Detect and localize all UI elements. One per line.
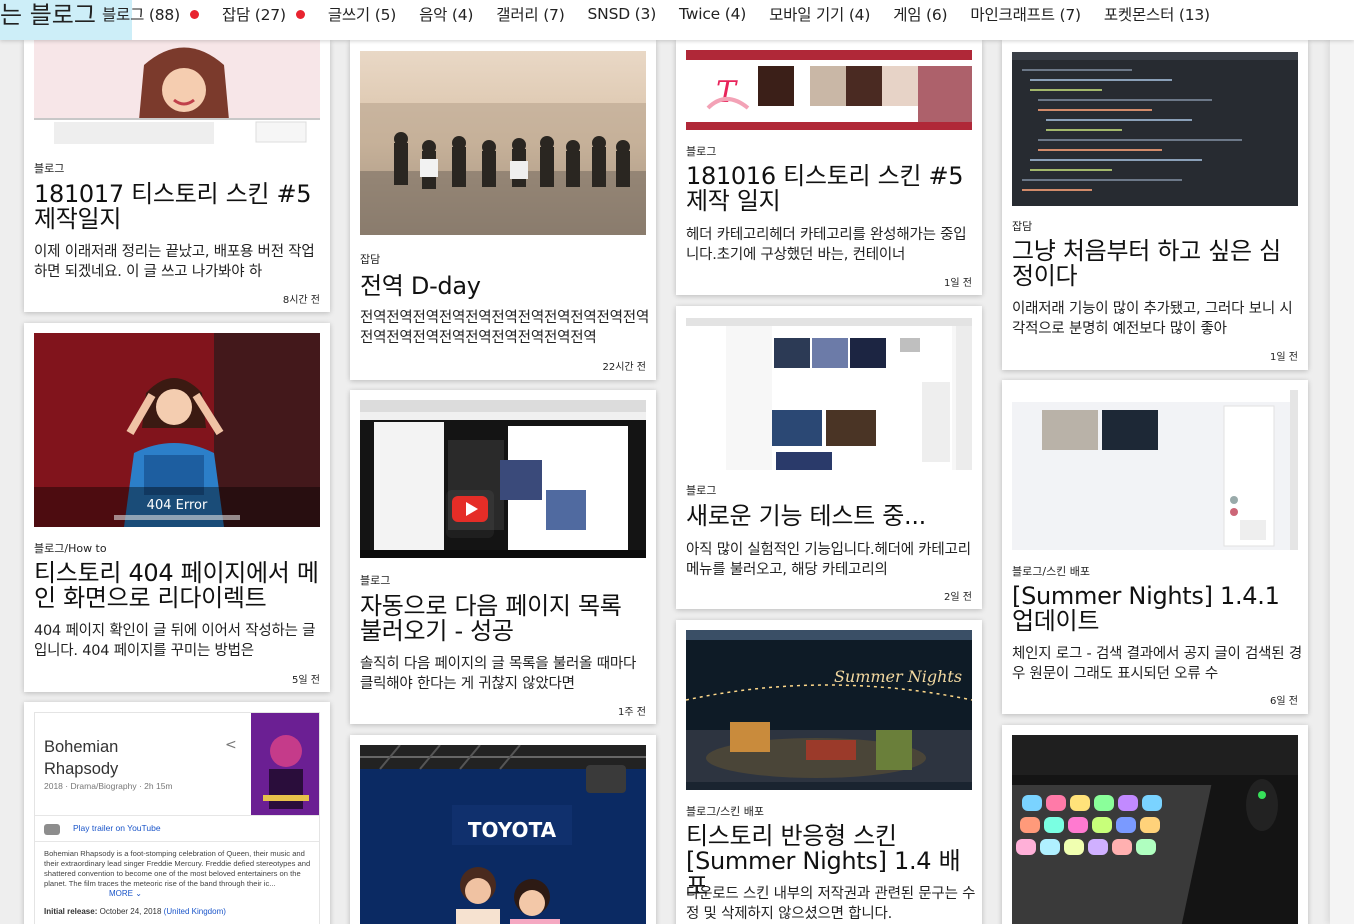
nav-category-label: 포켓몬스터 (13)	[1103, 6, 1210, 24]
release-info: Initial release: October 24, 2018 (Unite…	[44, 907, 226, 916]
post-category[interactable]: 블로그/How to	[34, 540, 107, 556]
post-category[interactable]: 블로그	[360, 572, 390, 588]
post-time: 1주 전	[618, 707, 646, 718]
post-title[interactable]: [Summer Nights] 1.4.1 업데이트	[1012, 584, 1302, 634]
post-thumbnail	[1012, 52, 1298, 206]
post-title[interactable]: 티스토리 404 페이지에서 메인 화면으로 리다이렉트	[34, 561, 324, 611]
nav-category-item[interactable]: 게임 (6)	[893, 3, 947, 25]
new-post-dot	[295, 9, 305, 19]
post-thumbnail	[1012, 390, 1298, 550]
nav-category-item[interactable]: 포켓몬스터 (13)	[1104, 3, 1210, 25]
post-thumbnail	[360, 51, 646, 235]
post-excerpt: 404 페이지 확인이 글 뒤에 이어서 작성하는 글입니다. 404 페이지를…	[34, 623, 316, 659]
movie-description: Bohemian Rhapsody is a foot-stomping cel…	[44, 849, 311, 888]
movie-meta: 2018 · Drama/Biography · 2h 15m	[44, 781, 173, 791]
post-time: 5일 전	[292, 675, 320, 686]
post-category[interactable]: 블로그/스킨 배포	[686, 803, 764, 819]
nav-category-label: 잡담 (27)	[221, 6, 286, 24]
nav-category-item[interactable]: Twice (4)	[679, 5, 746, 23]
nav-category-item[interactable]: 음악 (4)	[419, 3, 473, 25]
post-excerpt: 다운로드 스킨 내부의 저작권과 관련된 문구는 수정 및 삭제하지 않으셨으면…	[686, 886, 976, 922]
post-excerpt: 이래저래 기능이 많이 추가됐고, 그러다 보니 시각적으로 분명히 예전보다 …	[1012, 301, 1293, 337]
banner-text: TOYOTA	[468, 818, 557, 842]
post-time: 6일 전	[1270, 696, 1298, 707]
post-category[interactable]: 블로그	[34, 160, 64, 176]
youtube-icon	[44, 824, 60, 835]
post-thumbnail	[686, 318, 972, 470]
post-thumbnail: 404 Error	[34, 333, 320, 527]
post-category[interactable]: 블로그	[686, 143, 716, 159]
nav-category-item[interactable]: 잡담 (27)	[222, 3, 305, 25]
trailer-link[interactable]: Play trailer on YouTube	[73, 823, 161, 833]
nav-category-item[interactable]: 블로그 (88)	[102, 3, 199, 25]
post-title[interactable]: 자동으로 다음 페이지 목록 불러오기 - 성공	[360, 594, 650, 644]
new-post-dot	[189, 9, 199, 19]
post-thumbnail	[360, 400, 646, 558]
post-title[interactable]: 전역 D-day	[360, 274, 650, 299]
post-time: 1일 전	[1270, 352, 1298, 363]
movie-title: Bohemian Rhapsody	[44, 738, 119, 778]
nav-category-label: 갤러리 (7)	[496, 6, 565, 24]
post-time: 22시간 전	[602, 362, 646, 373]
nav-category-label: Twice (4)	[679, 5, 747, 23]
post-card[interactable]: 404 Error 블로그/How to 티스토리 404 페이지에서 메인 화…	[24, 323, 330, 692]
nav-category-item[interactable]: 갤러리 (7)	[496, 3, 564, 25]
share-icon[interactable]: <	[225, 737, 237, 753]
category-menu: 블로그 (88) 잡담 (27) 글쓰기 (5) 음악 (4) 갤러리 (7) SNSD …	[102, 0, 1233, 28]
post-thumbnail: Summer Nights	[686, 630, 972, 790]
post-card[interactable]: 블로그 새로운 기능 테스트 중... 아직 많이 실험적인 기능입니다.헤더에…	[676, 306, 982, 609]
post-card[interactable]: 블로그 자동으로 다음 페이지 목록 불러오기 - 성공 솔직히 다음 페이지의…	[350, 390, 656, 724]
nav-category-label: 모바일 기기 (4)	[769, 6, 871, 24]
post-card[interactable]: 잡담 전역 D-day 전역전역전역전역전역전역전역전역전역전역전역전역전역전역…	[350, 40, 656, 380]
movie-poster	[251, 713, 319, 815]
post-time: 1일 전	[944, 278, 972, 289]
nav-category-label: 글쓰기 (5)	[327, 6, 397, 24]
post-card[interactable]: 블로그/스킨 배포 [Summer Nights] 1.4.1 업데이트 체인지…	[1002, 380, 1308, 714]
nav-category-item[interactable]: SNSD (3)	[588, 5, 657, 23]
post-excerpt: 전역전역전역전역전역전역전역전역전역전역전역전역전역전역전역전역전역전역전역전역	[360, 310, 650, 346]
post-title[interactable]: 181016 티스토리 스킨 #5 제작 일지	[686, 164, 976, 214]
post-excerpt: 이제 이래저래 정리는 끝났고, 배포용 버전 작업하면 되겠네요. 이 글 쓰…	[34, 244, 315, 280]
post-category[interactable]: 블로그	[686, 482, 716, 498]
nav-category-item[interactable]: 모바일 기기 (4)	[769, 3, 870, 25]
post-card[interactable]: Summer Nights 블로그/스킨 배포 티스토리 반응형 스킨 [Sum…	[676, 620, 982, 924]
nav-category-label: 게임 (6)	[893, 6, 948, 24]
post-category[interactable]: 블로그/스킨 배포	[1012, 563, 1090, 579]
more-link[interactable]: MORE ⌄	[107, 889, 142, 898]
post-excerpt: 헤더 카테고리헤더 카테고리를 완성해가는 중입니다.초기에 구상했던 바는, …	[686, 227, 967, 263]
post-thumbnail	[1012, 735, 1298, 924]
post-thumbnail: T	[686, 50, 972, 130]
post-excerpt: 솔직히 다음 페이지의 글 목록을 불러올 때마다 클릭해야 한다는 게 귀찮지…	[360, 656, 637, 692]
summer-nights-text: Summer Nights	[834, 667, 962, 686]
nav-category-label: SNSD (3)	[587, 5, 657, 23]
post-time: 8시간 전	[282, 295, 320, 306]
post-title[interactable]: 181017 티스토리 스킨 #5 제작일지	[34, 182, 324, 232]
page-scrollbar[interactable]	[1330, 40, 1354, 924]
post-card[interactable]: 블로그 181017 티스토리 스킨 #5 제작일지 이제 이래저래 정리는 끝…	[24, 40, 330, 312]
post-thumbnail: TOYOTA	[360, 745, 646, 924]
movie-info-panel: Bohemian Rhapsody 2018 · Drama/Biography…	[34, 712, 320, 924]
post-title[interactable]: 새로운 기능 테스트 중...	[686, 504, 976, 529]
post-excerpt: 체인지 로그 - 검색 결과에서 공지 글이 검색된 경우 원문이 그래도 표시…	[1012, 646, 1302, 682]
post-thumbnail	[34, 40, 320, 148]
nav-category-item[interactable]: 글쓰기 (5)	[328, 3, 396, 25]
post-card[interactable]: Bohemian Rhapsody 2018 · Drama/Biography…	[24, 702, 330, 924]
top-navigation: 는 블로그 블로그 (88) 잡담 (27) 글쓰기 (5) 음악 (4) 갤러리 (7…	[0, 0, 1354, 40]
nav-category-label: 블로그 (88)	[102, 6, 180, 24]
post-category[interactable]: 잡담	[1012, 218, 1032, 234]
post-title[interactable]: 그냥 처음부터 하고 싶은 심정이다	[1012, 239, 1302, 289]
post-card[interactable]	[1002, 725, 1308, 924]
thumb-caption: 404 Error	[147, 498, 208, 513]
nav-category-item[interactable]: 마인크래프트 (7)	[970, 3, 1081, 25]
post-time: 2일 전	[944, 592, 972, 603]
post-category[interactable]: 잡담	[360, 251, 380, 267]
post-card[interactable]: T 블로그 181016 티스토리 스킨 #5 제작 일지 헤더 카테고리헤더 …	[676, 40, 982, 295]
post-card[interactable]: TOYOTA	[350, 735, 656, 924]
svg-text:T: T	[716, 75, 738, 110]
nav-category-label: 음악 (4)	[419, 6, 474, 24]
nav-category-label: 마인크래프트 (7)	[970, 6, 1081, 24]
post-card[interactable]: 잡담 그냥 처음부터 하고 싶은 심정이다 이래저래 기능이 많이 추가됐고, …	[1002, 40, 1308, 370]
post-excerpt: 아직 많이 실험적인 기능입니다.헤더에 카테고리 메뉴를 불러오고, 해당 카…	[686, 542, 971, 578]
